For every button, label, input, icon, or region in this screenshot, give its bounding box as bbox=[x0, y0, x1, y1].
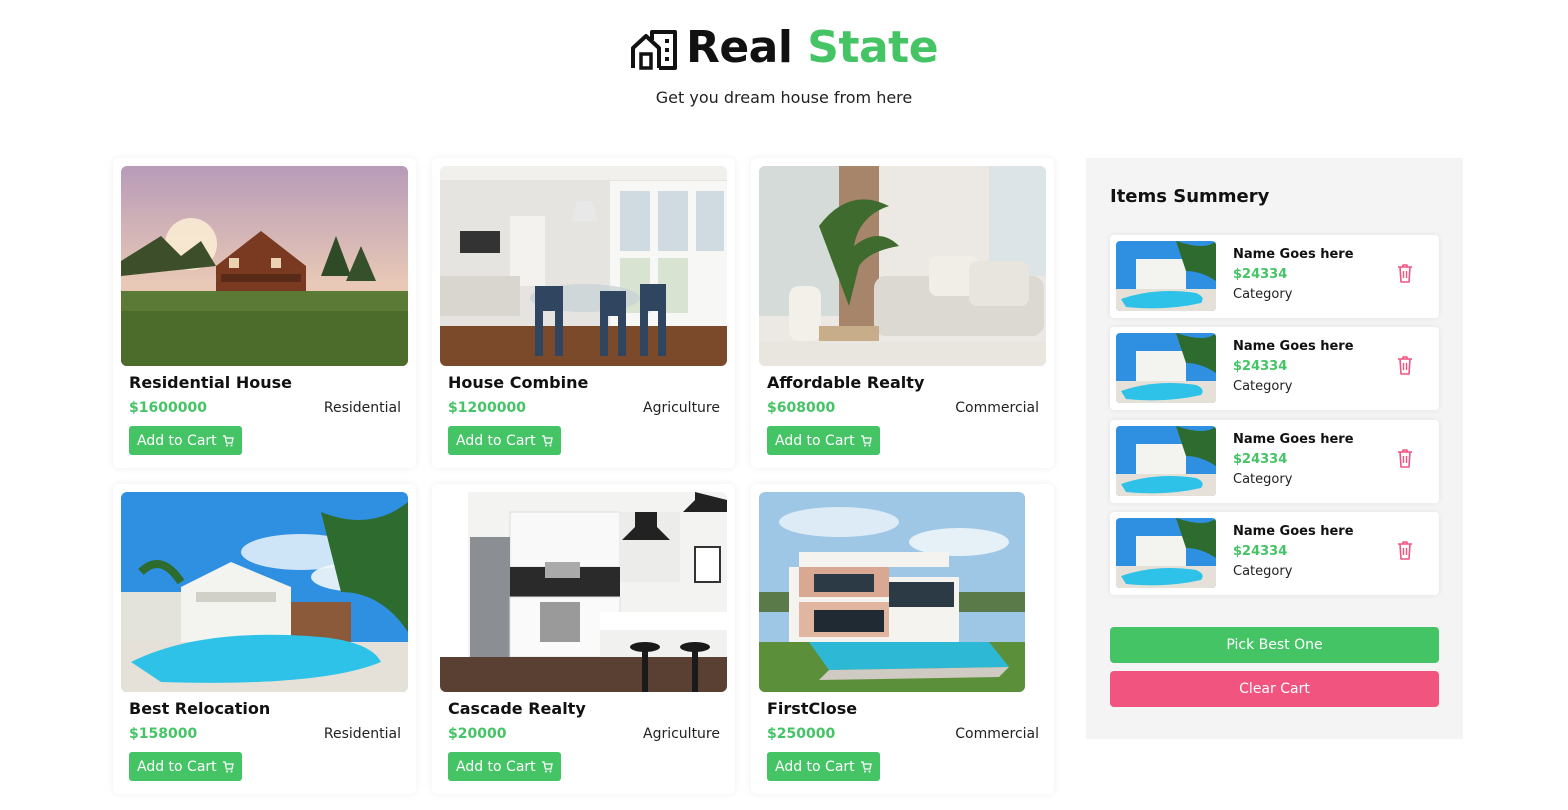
summary-item-thumb bbox=[1116, 518, 1216, 588]
add-to-cart-label: Add to Cart bbox=[456, 432, 536, 449]
listing-price: $1600000 bbox=[129, 400, 207, 416]
brand-title: Real State bbox=[685, 22, 939, 74]
add-to-cart-button[interactable]: Add to Cart bbox=[448, 752, 561, 781]
listing-price: $1200000 bbox=[448, 400, 526, 416]
listing-price: $608000 bbox=[767, 400, 836, 416]
add-to-cart-button[interactable]: Add to Cart bbox=[767, 426, 880, 455]
summary-item-name: Name Goes here bbox=[1233, 339, 1354, 354]
listing-card: Best Relocation $158000 Residential Add … bbox=[113, 484, 416, 794]
brand-accent: State bbox=[807, 22, 939, 73]
summary-item-category: Category bbox=[1233, 379, 1293, 394]
listing-title: Cascade Realty bbox=[448, 699, 586, 718]
cart-icon bbox=[860, 434, 872, 446]
cart-icon bbox=[541, 434, 553, 446]
add-to-cart-label: Add to Cart bbox=[775, 432, 855, 449]
summary-item-name: Name Goes here bbox=[1233, 524, 1354, 539]
summary-item-price: $24334 bbox=[1233, 544, 1288, 559]
listing-card: House Combine $1200000 Agriculture Add t… bbox=[432, 158, 735, 468]
summary-title: Items Summery bbox=[1110, 186, 1270, 207]
add-to-cart-label: Add to Cart bbox=[137, 432, 217, 449]
summary-item-thumb bbox=[1116, 241, 1216, 311]
items-summary-panel: Items Summery Name Goes here $24334 Cate… bbox=[1086, 158, 1463, 739]
summary-item-name: Name Goes here bbox=[1233, 247, 1354, 262]
summary-item-price: $24334 bbox=[1233, 267, 1288, 282]
listing-photo bbox=[759, 492, 1025, 692]
listing-photo bbox=[440, 166, 727, 366]
listing-title: FirstClose bbox=[767, 699, 858, 718]
listing-category: Agriculture bbox=[643, 400, 720, 416]
listing-photo bbox=[759, 166, 1046, 366]
add-to-cart-button[interactable]: Add to Cart bbox=[448, 426, 561, 455]
listing-category: Agriculture bbox=[643, 726, 720, 742]
listing-photo bbox=[121, 492, 408, 692]
add-to-cart-button[interactable]: Add to Cart bbox=[767, 752, 880, 781]
summary-item-price: $24334 bbox=[1233, 452, 1288, 467]
summary-item-category: Category bbox=[1233, 472, 1293, 487]
listing-title: Best Relocation bbox=[129, 699, 271, 718]
listing-card: FirstClose $250000 Commercial Add to Car… bbox=[751, 484, 1054, 794]
listing-category: Commercial bbox=[955, 726, 1039, 742]
summary-item: Name Goes here $24334 Category bbox=[1110, 512, 1439, 595]
add-to-cart-button[interactable]: Add to Cart bbox=[129, 752, 242, 781]
pick-best-one-button[interactable]: Pick Best One bbox=[1110, 627, 1439, 663]
summary-item-name: Name Goes here bbox=[1233, 432, 1354, 447]
trash-icon[interactable] bbox=[1395, 539, 1415, 561]
summary-item: Name Goes here $24334 Category bbox=[1110, 327, 1439, 410]
summary-item-category: Category bbox=[1233, 287, 1293, 302]
trash-icon[interactable] bbox=[1395, 262, 1415, 284]
cart-icon bbox=[541, 760, 553, 772]
clear-cart-button[interactable]: Clear Cart bbox=[1110, 671, 1439, 707]
tagline: Get you dream house from here bbox=[655, 88, 913, 107]
building-icon bbox=[630, 30, 677, 70]
cart-icon bbox=[860, 760, 872, 772]
summary-item-price: $24334 bbox=[1233, 359, 1288, 374]
summary-item-thumb bbox=[1116, 426, 1216, 496]
listing-card: Cascade Realty $20000 Agriculture Add to… bbox=[432, 484, 735, 794]
listing-photo bbox=[440, 492, 727, 692]
listing-category: Commercial bbox=[955, 400, 1039, 416]
listing-category: Residential bbox=[323, 400, 401, 416]
summary-item-category: Category bbox=[1233, 564, 1293, 579]
summary-item: Name Goes here $24334 Category bbox=[1110, 420, 1439, 503]
listing-title: Residential House bbox=[129, 373, 293, 392]
listing-photo bbox=[121, 166, 408, 366]
listing-title: House Combine bbox=[448, 373, 589, 392]
trash-icon[interactable] bbox=[1395, 447, 1415, 469]
add-to-cart-label: Add to Cart bbox=[456, 758, 536, 775]
summary-item: Name Goes here $24334 Category bbox=[1110, 235, 1439, 318]
listing-title: Affordable Realty bbox=[767, 373, 925, 392]
brand-primary: Real bbox=[685, 22, 793, 73]
summary-item-thumb bbox=[1116, 333, 1216, 403]
listing-price: $158000 bbox=[129, 726, 198, 742]
listing-price: $20000 bbox=[448, 726, 507, 742]
cart-icon bbox=[222, 760, 234, 772]
cart-icon bbox=[222, 434, 234, 446]
listing-card: Residential House $1600000 Residential A… bbox=[113, 158, 416, 468]
listing-card: Affordable Realty $608000 Commercial Add… bbox=[751, 158, 1054, 468]
add-to-cart-button[interactable]: Add to Cart bbox=[129, 426, 242, 455]
listing-category: Residential bbox=[323, 726, 401, 742]
trash-icon[interactable] bbox=[1395, 354, 1415, 376]
add-to-cart-label: Add to Cart bbox=[775, 758, 855, 775]
listing-price: $250000 bbox=[767, 726, 836, 742]
add-to-cart-label: Add to Cart bbox=[137, 758, 217, 775]
brand-logo: Real State bbox=[0, 22, 1568, 74]
